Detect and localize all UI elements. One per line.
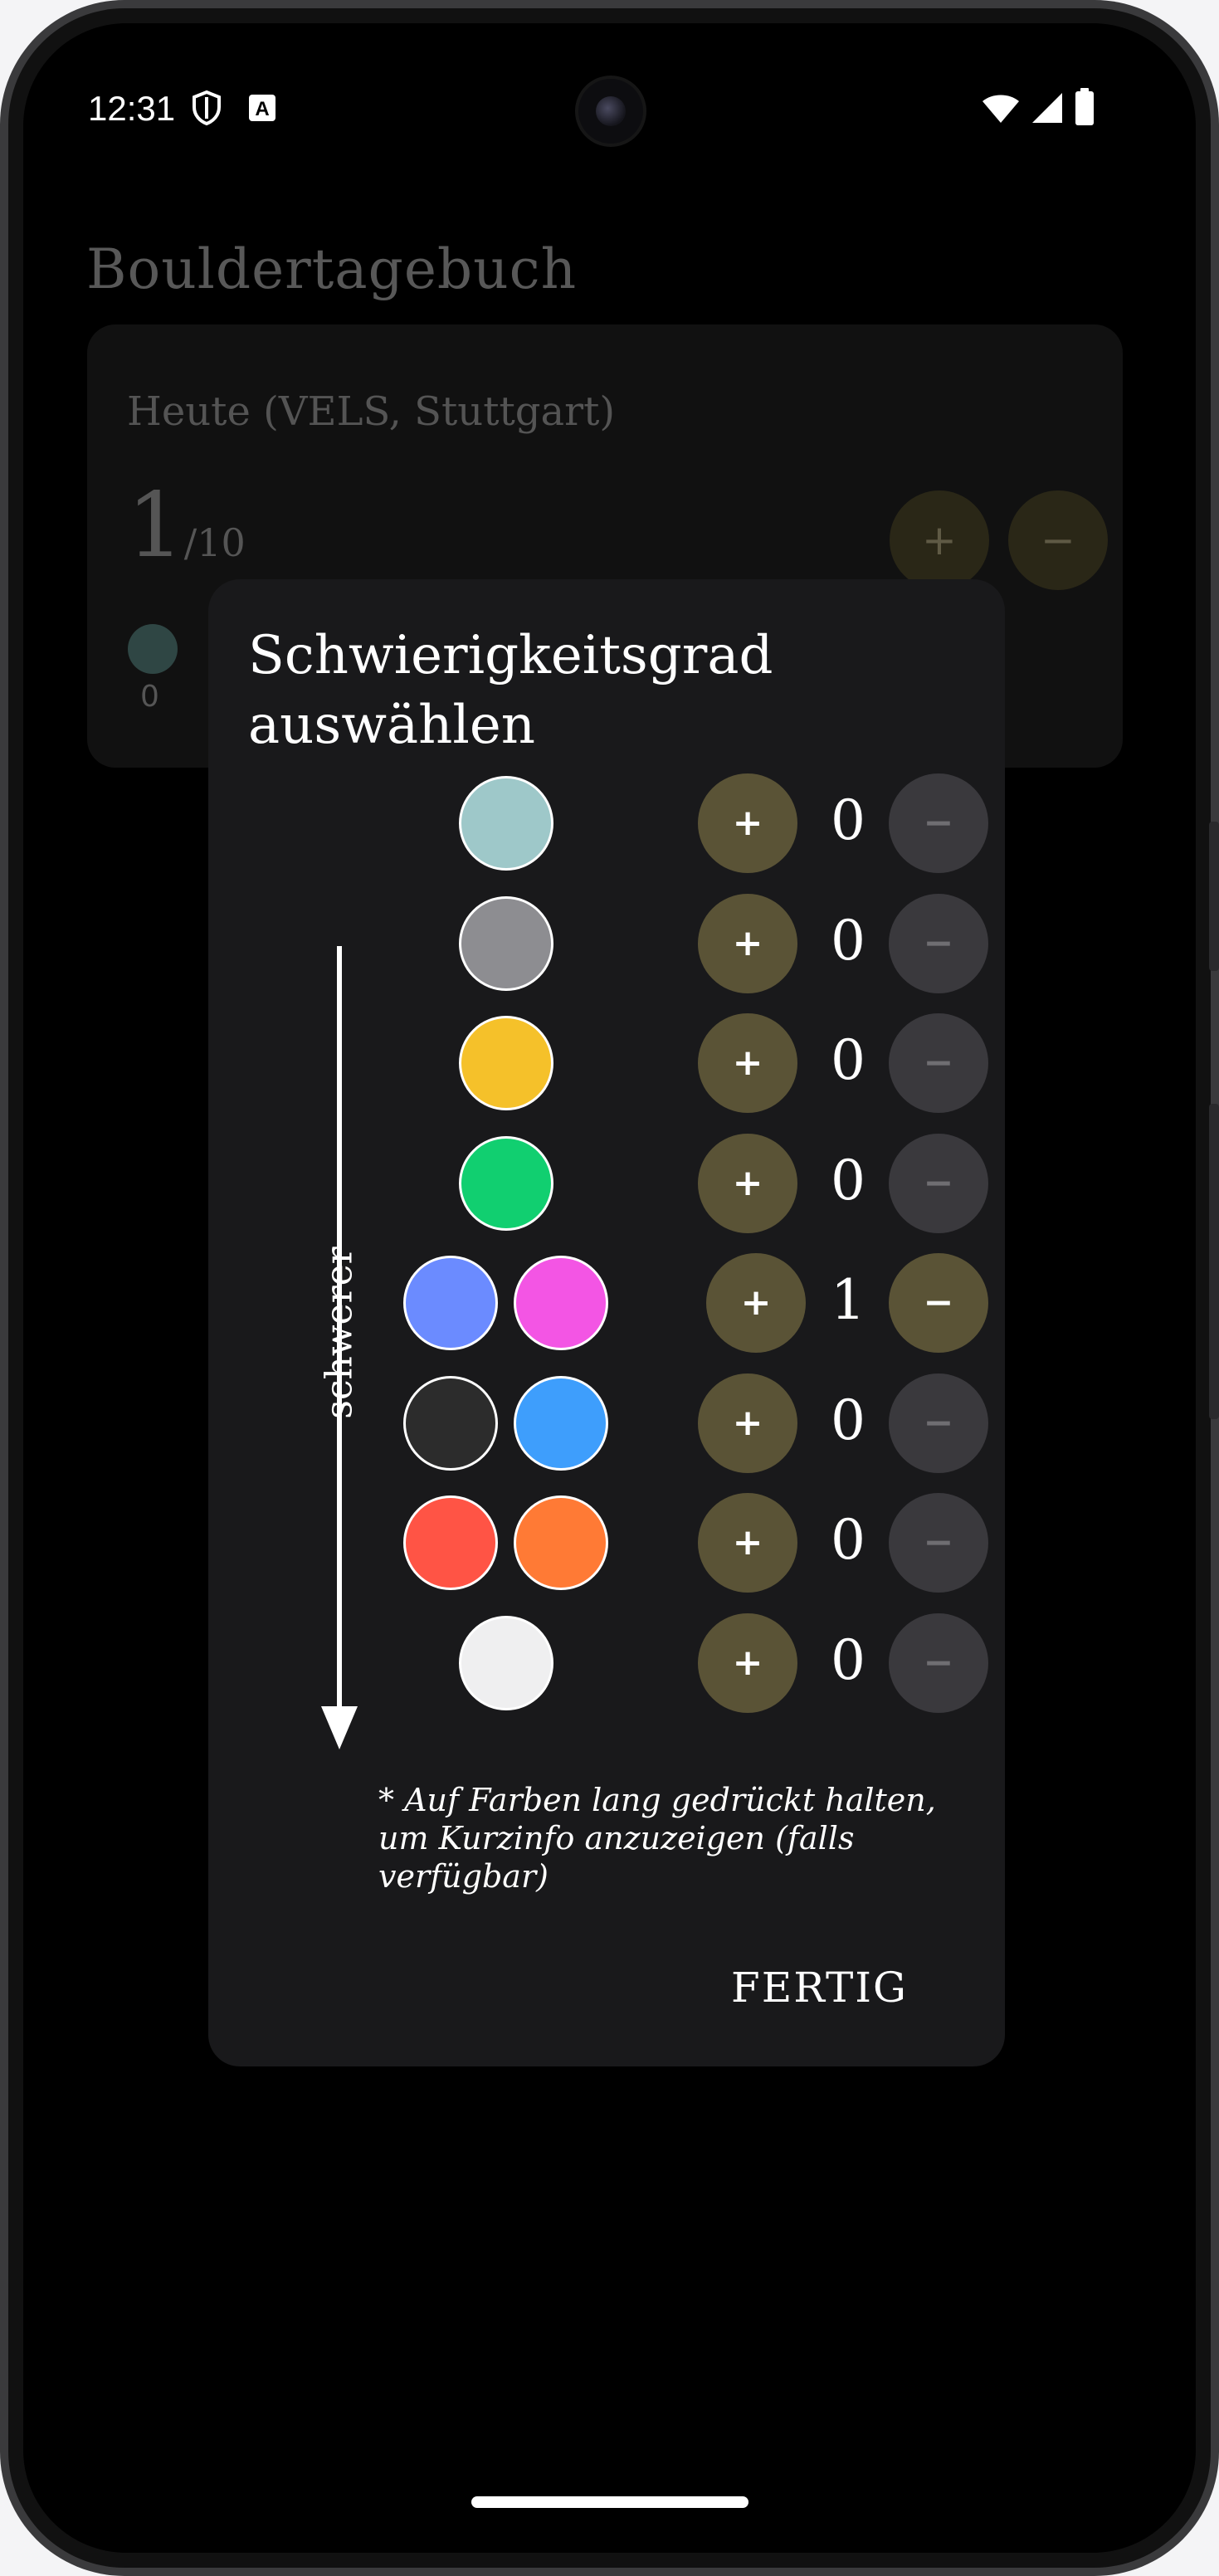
home-indicator[interactable] xyxy=(471,2496,748,2508)
grade-count: 0 xyxy=(831,1627,865,1692)
grade-minus-button[interactable]: − xyxy=(889,1253,988,1353)
font-a-icon: A xyxy=(247,93,277,126)
font-a-letter: A xyxy=(255,98,269,120)
phone-frame: 12:31 A Bouldertagebuch Heute (VELS, Stu… xyxy=(0,0,1219,2576)
grade-minus-button[interactable]: − xyxy=(889,1133,988,1233)
difficulty-dialog: Schwierigkeitsgrad auswählen schwerer +0… xyxy=(208,579,1005,2066)
today-swatch-count: 0 xyxy=(140,680,159,714)
app-title: Bouldertagebuch xyxy=(86,237,578,301)
front-camera xyxy=(578,79,643,144)
grade-count: 0 xyxy=(831,1148,865,1212)
today-label: Heute (VELS, Stuttgart) xyxy=(127,388,616,435)
today-minus-button[interactable]: − xyxy=(1008,490,1108,590)
grade-minus-button[interactable]: − xyxy=(889,1373,988,1473)
power-button xyxy=(1209,1104,1219,1419)
grade-plus-button[interactable]: + xyxy=(698,1373,797,1473)
signal-icon xyxy=(1031,91,1064,128)
grade-color-swatch[interactable] xyxy=(514,1256,608,1350)
today-count: 1/10 xyxy=(127,474,246,578)
today-count-value: 1 xyxy=(127,474,184,578)
grade-plus-button[interactable]: + xyxy=(698,1493,797,1593)
grade-count: 0 xyxy=(831,1508,865,1572)
grade-minus-button[interactable]: − xyxy=(889,1612,988,1713)
harder-label: schwerer xyxy=(318,1247,361,1419)
grade-count: 0 xyxy=(831,1028,865,1092)
grade-count: 0 xyxy=(831,908,865,973)
grade-color-swatch[interactable] xyxy=(514,1495,608,1590)
screen: 12:31 A Bouldertagebuch Heute (VELS, Stu… xyxy=(23,23,1196,2553)
grade-plus-button[interactable]: + xyxy=(698,773,797,873)
grade-color-swatch[interactable] xyxy=(459,1615,553,1710)
grade-plus-button[interactable]: + xyxy=(698,1133,797,1233)
grade-minus-button[interactable]: − xyxy=(889,893,988,993)
grade-plus-button[interactable]: + xyxy=(698,1612,797,1713)
status-bar: 12:31 A xyxy=(23,23,1196,144)
long-press-hint: * Auf Farben lang gedrückt halten, um Ku… xyxy=(378,1782,936,1895)
volume-button xyxy=(1209,822,1219,971)
today-plus-button[interactable]: + xyxy=(890,490,989,590)
grade-minus-button[interactable]: − xyxy=(889,773,988,873)
grade-count: 0 xyxy=(831,1388,865,1452)
today-count-total: /10 xyxy=(183,520,246,565)
grade-color-swatch[interactable] xyxy=(514,1375,608,1471)
grade-color-swatch[interactable] xyxy=(403,1495,498,1590)
grade-plus-button[interactable]: + xyxy=(706,1253,806,1353)
battery-icon xyxy=(1075,88,1095,129)
grade-count: 0 xyxy=(831,788,865,852)
shield-icon xyxy=(191,90,222,129)
wifi-icon xyxy=(982,93,1020,128)
grade-plus-button[interactable]: + xyxy=(698,893,797,993)
grade-color-swatch[interactable] xyxy=(403,1256,498,1350)
grade-color-swatch[interactable] xyxy=(459,895,553,991)
status-time: 12:31 xyxy=(88,89,176,128)
grade-minus-button[interactable]: − xyxy=(889,1013,988,1113)
arrow-down-icon xyxy=(321,1706,358,1749)
grade-count: 1 xyxy=(831,1268,865,1332)
grade-minus-button[interactable]: − xyxy=(889,1493,988,1593)
grade-color-swatch[interactable] xyxy=(459,1135,553,1231)
grade-color-swatch[interactable] xyxy=(459,1016,553,1110)
grade-plus-button[interactable]: + xyxy=(698,1013,797,1113)
grade-color-swatch[interactable] xyxy=(459,776,553,871)
done-button[interactable]: FERTIG xyxy=(731,1964,908,2012)
camera-lens xyxy=(596,96,626,126)
today-color-swatch xyxy=(128,624,178,674)
grade-color-swatch[interactable] xyxy=(403,1375,498,1471)
dialog-title: Schwierigkeitsgrad auswählen xyxy=(248,625,773,756)
